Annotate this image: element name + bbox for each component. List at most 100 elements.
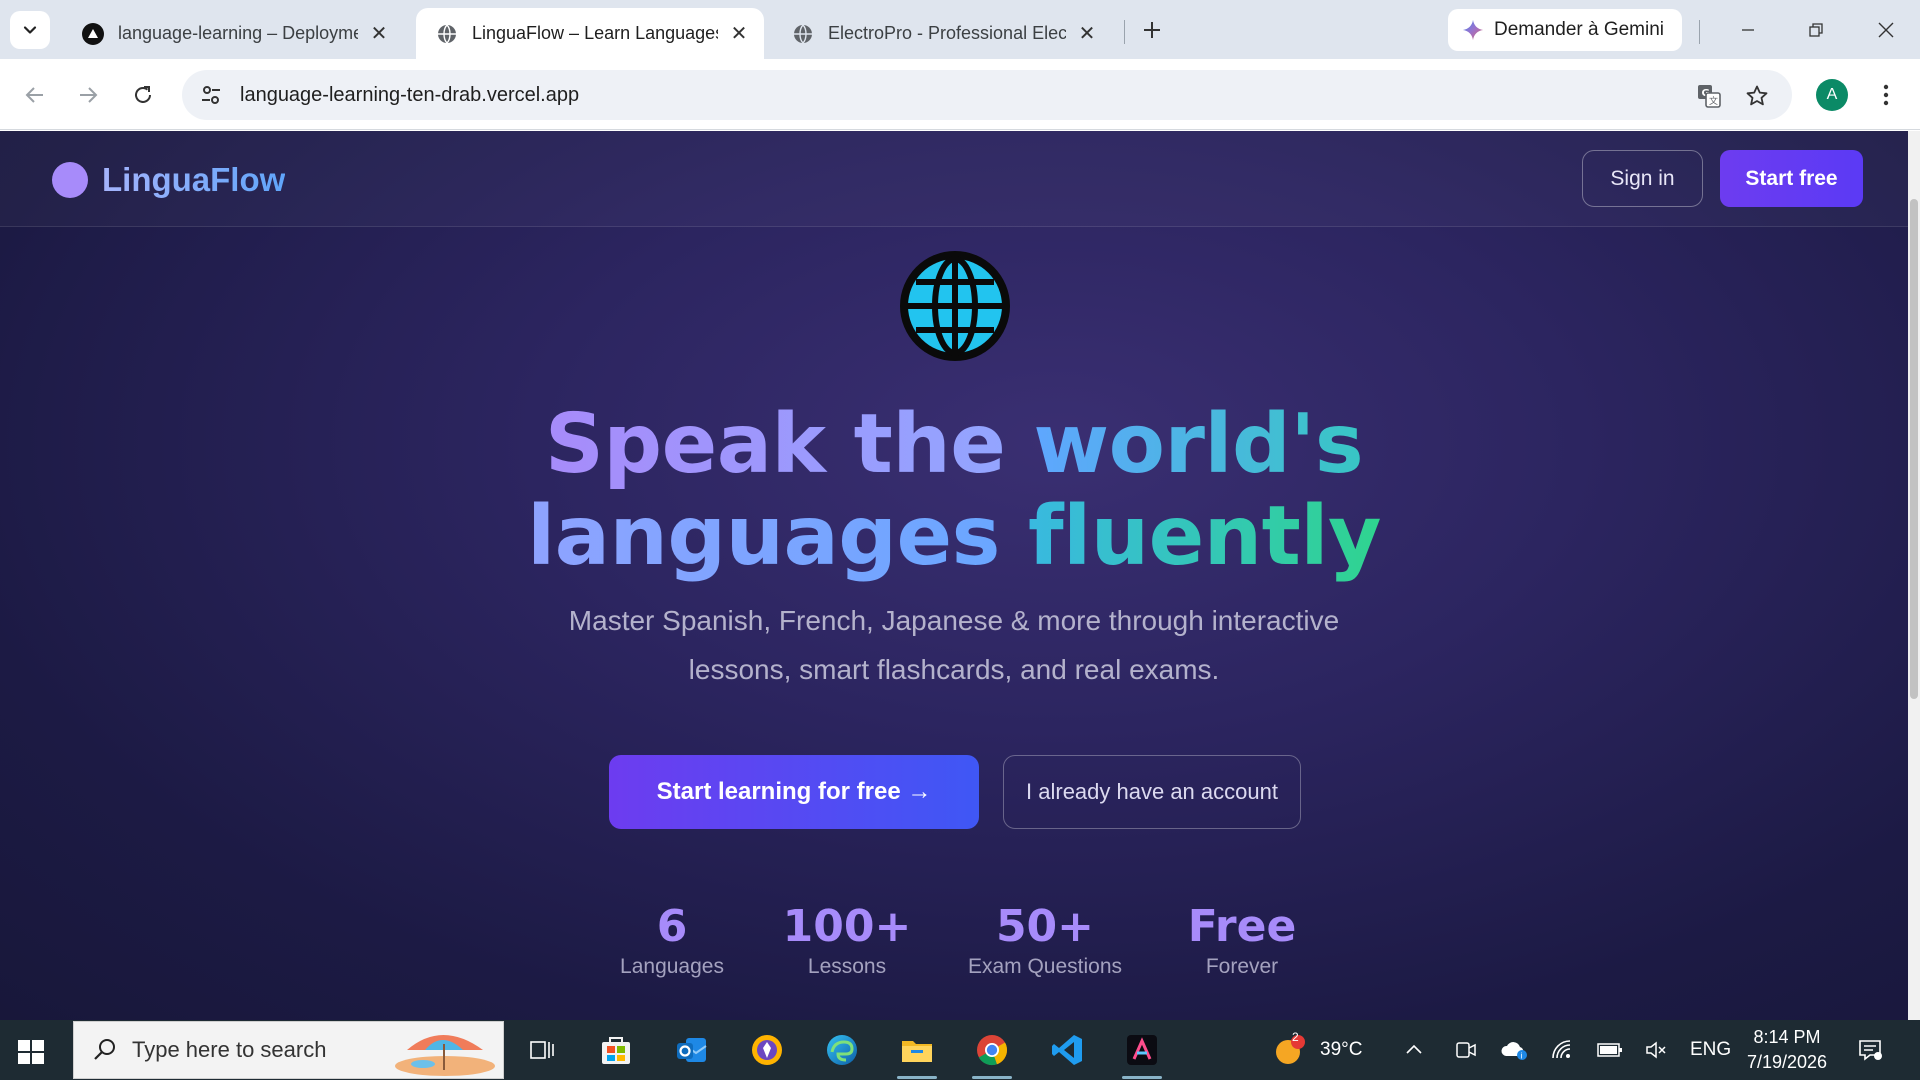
- tab-search-button[interactable]: [10, 11, 50, 49]
- tab-electropro[interactable]: ElectroPro - Professional Electric ✕: [772, 8, 1112, 59]
- clock-time: 8:14 PM: [1753, 1027, 1821, 1047]
- vscode-icon: [1052, 1035, 1082, 1065]
- stat-languages: 6 Languages: [612, 901, 732, 979]
- minimize-button[interactable]: [1728, 12, 1768, 48]
- chrome-icon: [977, 1035, 1008, 1066]
- edge-button[interactable]: [820, 1028, 864, 1072]
- bookmark-button[interactable]: [1744, 83, 1770, 109]
- restore-icon: [1809, 23, 1823, 37]
- page-viewport: LinguaFlow Sign in Start free Speak the …: [0, 131, 1920, 1020]
- outlook-button[interactable]: [670, 1028, 714, 1072]
- beach-umbrella-icon: [395, 1035, 495, 1076]
- gemini-star-icon: [1462, 19, 1484, 41]
- close-tab-icon[interactable]: ✕: [368, 23, 390, 45]
- tab-title: ElectroPro - Professional Electric: [828, 23, 1066, 43]
- logo-dot-icon: [52, 162, 88, 198]
- tab-separator: [1124, 20, 1125, 44]
- windows-start-icon[interactable]: [14, 1034, 48, 1068]
- translate-button[interactable]: G文: [1696, 83, 1722, 109]
- stat-value: 100+: [782, 901, 912, 952]
- gemini-button[interactable]: Demander à Gemini: [1448, 9, 1683, 51]
- browser-menu-button[interactable]: [1870, 77, 1902, 113]
- arrow-left-icon: [25, 87, 43, 103]
- battery-button[interactable]: [1596, 1020, 1624, 1080]
- stat-exam-questions: 50+ Exam Questions: [960, 901, 1130, 979]
- chrome-button[interactable]: [970, 1028, 1014, 1079]
- headline-part: fluently: [1028, 489, 1381, 584]
- onedrive-button[interactable]: i: [1500, 1020, 1528, 1080]
- vscode-button[interactable]: [1045, 1028, 1089, 1072]
- microsoft-store-button[interactable]: [594, 1028, 638, 1072]
- network-button[interactable]: [1550, 1020, 1574, 1080]
- profile-avatar[interactable]: A: [1816, 79, 1848, 111]
- close-tab-icon[interactable]: ✕: [1076, 23, 1098, 45]
- running-indicator: [1122, 1076, 1162, 1079]
- clock-date: 7/19/2026: [1746, 1052, 1828, 1072]
- more-vertical-icon: [1883, 84, 1889, 106]
- plus-icon: [1144, 22, 1160, 38]
- meet-button[interactable]: [1454, 1020, 1478, 1080]
- edge-icon: [827, 1035, 857, 1065]
- restore-button[interactable]: [1796, 12, 1836, 48]
- stat-label: Forever: [1205, 955, 1279, 978]
- start-learning-button[interactable]: Start learning for free →: [609, 755, 979, 829]
- close-window-button[interactable]: [1866, 12, 1906, 48]
- logo-text: LinguaFlow: [102, 161, 286, 198]
- address-bar[interactable]: language-learning-ten-drab.vercel.app G文: [182, 70, 1792, 120]
- weather-temperature: 39°C: [1320, 1039, 1363, 1060]
- task-view-button[interactable]: [520, 1028, 564, 1072]
- headline-part: Speak the: [544, 397, 1006, 492]
- sign-in-button[interactable]: Sign in: [1582, 150, 1703, 207]
- close-tab-icon[interactable]: ✕: [728, 23, 750, 45]
- browser-toolbar: language-learning-ten-drab.vercel.app G文…: [0, 59, 1920, 130]
- tab-linguaflow[interactable]: LinguaFlow – Learn Languages ✕: [416, 8, 764, 59]
- file-explorer-button[interactable]: [895, 1028, 939, 1079]
- battery-icon: [1597, 1043, 1622, 1057]
- language-indicator: ENG: [1690, 1039, 1732, 1060]
- chevron-up-icon: [1406, 1044, 1422, 1054]
- new-tab-button[interactable]: [1136, 14, 1168, 46]
- input-language-button[interactable]: ENG: [1690, 1020, 1731, 1080]
- start-free-button[interactable]: Start free: [1720, 150, 1863, 207]
- search-placeholder: Type here to search: [132, 1037, 327, 1062]
- tab-language-learning-deployment[interactable]: language-learning – Deploymen ✕: [62, 8, 404, 59]
- ai-app-button[interactable]: [1120, 1028, 1164, 1079]
- site-logo[interactable]: LinguaFlow: [52, 161, 285, 199]
- search-icon: [94, 1039, 115, 1060]
- show-hidden-icons-button[interactable]: [1404, 1020, 1424, 1080]
- headline-part: world's: [1033, 397, 1364, 492]
- volume-button[interactable]: [1644, 1020, 1668, 1080]
- globe-icon: [900, 251, 1010, 361]
- url-text: language-learning-ten-drab.vercel.app: [240, 83, 580, 106]
- outlook-icon: [677, 1038, 707, 1062]
- browser-tab-bar: language-learning – Deploymen ✕ LinguaFl…: [0, 0, 1920, 59]
- weather-widget[interactable]: 2 39°C: [1272, 1020, 1362, 1080]
- scrollbar-thumb[interactable]: [1910, 199, 1918, 699]
- site-info-button[interactable]: [186, 70, 236, 120]
- stat-lessons: 100+ Lessons: [772, 901, 922, 979]
- headline-part: languages: [527, 489, 1000, 584]
- star-icon: [1746, 85, 1768, 106]
- brave-browser-button[interactable]: [745, 1028, 789, 1072]
- weather-sun-icon: [1276, 1035, 1305, 1064]
- task-view-icon: [530, 1041, 554, 1059]
- arrow-right-icon: [80, 87, 98, 103]
- stat-label: Exam Questions: [967, 955, 1123, 978]
- reload-button[interactable]: [123, 75, 163, 115]
- cloud-icon: i: [1501, 1042, 1527, 1061]
- page-scrollbar[interactable]: [1908, 131, 1920, 1020]
- forward-button[interactable]: [68, 75, 108, 115]
- back-button[interactable]: [15, 75, 55, 115]
- folder-icon: [902, 1041, 932, 1062]
- running-indicator: [972, 1076, 1012, 1079]
- existing-account-button[interactable]: I already have an account: [1003, 755, 1301, 829]
- vercel-favicon-icon: [82, 22, 104, 45]
- notifications-button[interactable]: [1856, 1020, 1884, 1080]
- taskbar-clock[interactable]: 8:14 PM 7/19/2026: [1728, 1025, 1846, 1075]
- tab-title: language-learning – Deploymen: [118, 23, 358, 43]
- svg-text:文: 文: [1709, 95, 1718, 107]
- taskbar-search-box[interactable]: Type here to search: [73, 1021, 504, 1079]
- wifi-icon: [1552, 1040, 1571, 1059]
- hero-headline-line-1: Speak the world's: [0, 399, 1908, 491]
- stat-value: 50+: [995, 901, 1095, 952]
